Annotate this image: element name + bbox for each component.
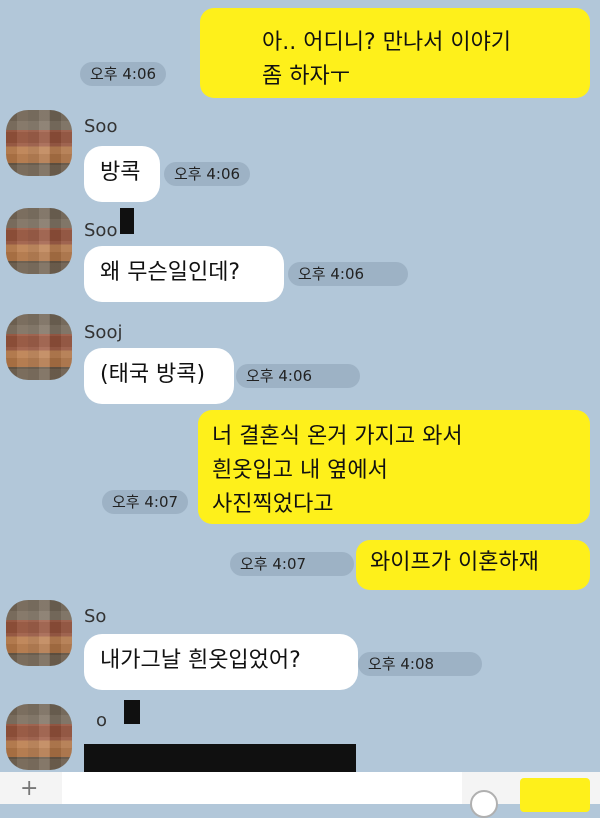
- message-time: 오후 4:07: [230, 552, 354, 576]
- sender-name: Sooj: [84, 322, 123, 343]
- sender-avatar[interactable]: [6, 704, 72, 770]
- sender-avatar[interactable]: [6, 600, 72, 666]
- send-button[interactable]: [520, 778, 590, 812]
- other-message-bubble: 방콕: [84, 146, 160, 202]
- redaction-mark: [120, 208, 134, 234]
- message-time: 오후 4:08: [358, 652, 482, 676]
- sender-avatar[interactable]: [6, 314, 72, 380]
- my-message-bubble: 와이프가 이혼하재: [356, 540, 590, 590]
- other-message-bubble: (태국 방콕): [84, 348, 234, 404]
- plus-icon[interactable]: +: [20, 776, 38, 801]
- sender-name: o: [96, 710, 108, 731]
- my-message-bubble: 너 결혼식 온거 가지고 와서 흰옷입고 내 옆에서 사진찍었다고: [198, 410, 590, 524]
- redaction-mark: [124, 700, 140, 724]
- redacted-message: [84, 744, 356, 772]
- my-message-bubble: 아.. 어디니? 만나서 이야기 좀 하자ㅜ: [200, 8, 590, 98]
- message-time: 오후 4:06: [236, 364, 360, 388]
- message-time: 오후 4:06: [80, 62, 167, 86]
- message-time: 오후 4:06: [164, 162, 251, 186]
- emoji-icon[interactable]: [470, 790, 498, 818]
- sender-avatar[interactable]: [6, 110, 72, 176]
- sender-name: So: [84, 606, 107, 627]
- message-input[interactable]: [62, 772, 462, 804]
- sender-name: Soo: [84, 220, 118, 241]
- sender-avatar[interactable]: [6, 208, 72, 274]
- message-time: 오후 4:06: [288, 262, 408, 286]
- message-time: 오후 4:07: [102, 490, 189, 514]
- sender-name: Soo: [84, 116, 118, 137]
- other-message-bubble: 왜 무슨일인데?: [84, 246, 284, 302]
- other-message-bubble: 내가그날 흰옷입었어?: [84, 634, 358, 690]
